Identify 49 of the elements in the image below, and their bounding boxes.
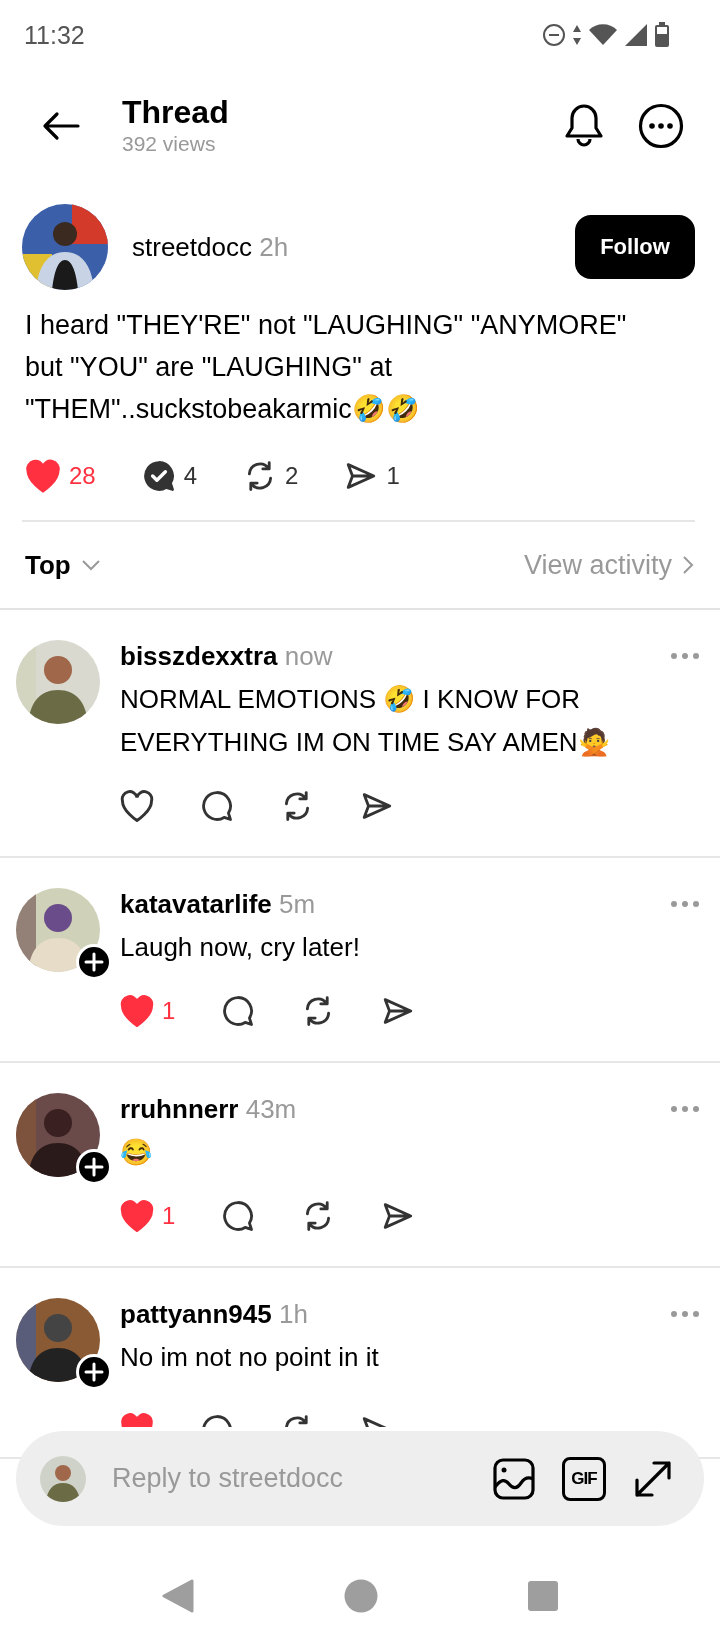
comment-text: No im not no point in it <box>120 1341 380 1374</box>
more-options-icon[interactable] <box>638 103 684 149</box>
more-icon[interactable] <box>670 652 700 660</box>
more-icon[interactable] <box>670 1105 700 1113</box>
add-icon[interactable] <box>76 1149 112 1185</box>
view-count: 392 views <box>122 131 217 157</box>
reply-icon[interactable] <box>221 1199 256 1233</box>
reply-field[interactable]: Reply to streetdocc GIF <box>16 1431 704 1526</box>
username[interactable]: pattyann945 1h <box>120 1298 308 1330</box>
more-icon[interactable] <box>670 900 700 908</box>
gif-button[interactable]: GIF <box>562 1456 606 1501</box>
sort-dropdown[interactable]: Top <box>25 549 101 581</box>
like-count: 28 <box>69 462 96 490</box>
status-time: 11:32 <box>24 20 85 50</box>
comment-text: NORMAL EMOTIONS 🤣 I KNOW FOR EVERYTHING IM ON TIME SAY AMEN🙅 <box>120 683 611 759</box>
reply-icon[interactable] <box>200 789 234 823</box>
username[interactable]: bisszdexxtra now <box>120 640 333 672</box>
username[interactable]: streetdocc 2h <box>132 231 575 263</box>
more-icon[interactable] <box>670 1310 700 1318</box>
reply-icon[interactable] <box>200 1413 234 1427</box>
username[interactable]: rruhnnerr 43m <box>120 1093 297 1125</box>
share-count: 1 <box>386 462 400 490</box>
username[interactable]: katavatarlife 5m <box>120 888 316 920</box>
back-icon[interactable] <box>162 1579 194 1613</box>
follow-button[interactable]: Follow <box>575 215 695 279</box>
chevron-down-icon <box>80 559 101 571</box>
wifi-icon <box>588 24 618 46</box>
comment-text: 😂 <box>120 1136 153 1169</box>
reply-count: 4 <box>183 462 198 490</box>
image-icon[interactable] <box>492 1456 536 1501</box>
data-arrows-icon <box>572 24 582 46</box>
add-icon[interactable] <box>76 944 112 980</box>
like-count: 1 <box>162 1202 176 1230</box>
bell-icon[interactable] <box>564 103 604 149</box>
repost-count: 2 <box>285 462 299 490</box>
signal-icon <box>624 23 648 47</box>
reply-icon[interactable] <box>221 994 256 1028</box>
do-not-disturb-icon <box>542 23 566 47</box>
chevron-right-icon <box>682 555 694 575</box>
battery-icon <box>654 22 670 48</box>
like-count: 1 <box>162 997 176 1025</box>
post-text: I heard "THEY'RE" not "LAUGHING" "ANYMORE" but "YOU" are "LAUGHING" at "THEM"..suckstobeakarmic🤣🤣 <box>25 309 628 426</box>
page-title: Thread <box>122 94 230 130</box>
back-arrow-icon[interactable] <box>42 111 80 141</box>
reply-icon[interactable] <box>141 459 176 493</box>
comment-text: Laugh now, cry later! <box>120 931 361 964</box>
home-icon[interactable] <box>344 1579 378 1613</box>
add-icon[interactable] <box>76 1354 112 1390</box>
heart-icon[interactable] <box>120 790 154 822</box>
